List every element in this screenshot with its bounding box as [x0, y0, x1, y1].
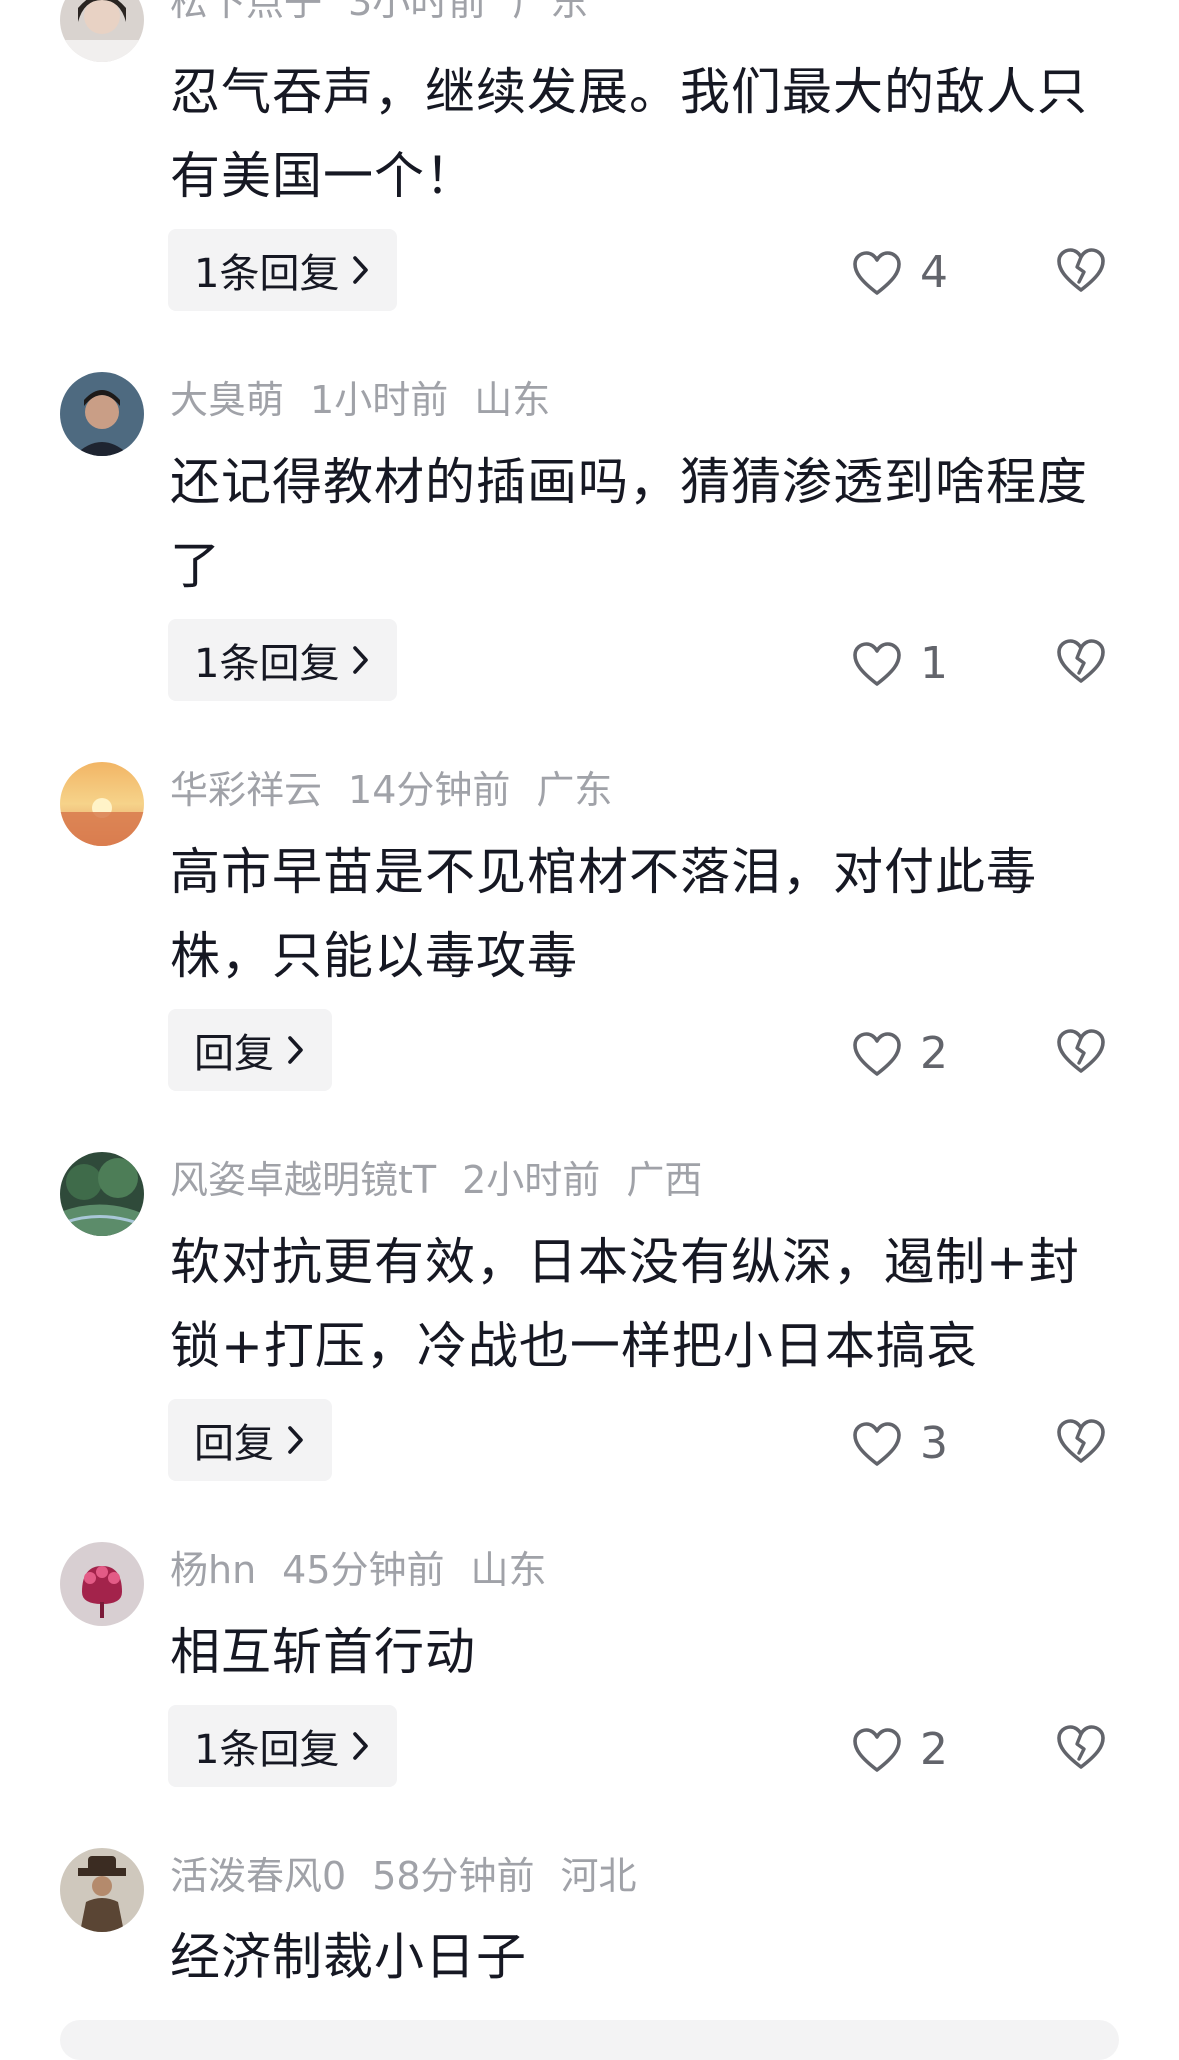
broken-heart-icon	[1057, 248, 1105, 292]
comment-location: 山东	[474, 378, 551, 422]
like-count: 4	[920, 247, 948, 298]
avatar[interactable]	[60, 1848, 144, 1932]
like-count: 2	[920, 1028, 948, 1079]
comment-location: 河北	[560, 1854, 637, 1898]
like-button[interactable]: 4	[852, 247, 948, 298]
broken-heart-icon	[1057, 639, 1105, 683]
avatar[interactable]	[60, 762, 144, 846]
comment-location: 广东	[536, 768, 613, 812]
username[interactable]: 风姿卓越明镜tT	[170, 1158, 436, 1202]
comment-text[interactable]: 相互斩首行动	[170, 1610, 1130, 1694]
like-button[interactable]: 2	[852, 1028, 948, 1079]
chevron-right-icon	[353, 1732, 369, 1760]
comment-meta: 松下点子 3小时前 广东	[170, 0, 614, 24]
comment-time: 45分钟前	[282, 1548, 445, 1592]
reply-label: 回复	[194, 1031, 274, 1077]
reply-label: 回复	[194, 1421, 274, 1467]
comment-location: 广东	[512, 0, 589, 24]
comment-time: 1小时前	[310, 378, 449, 422]
comment-time: 2小时前	[462, 1158, 601, 1202]
comment-text[interactable]: 经济制裁小日子	[170, 1915, 1130, 1999]
heart-outline-icon	[853, 1031, 901, 1076]
chevron-right-icon	[288, 1426, 303, 1454]
comment-time: 58分钟前	[372, 1854, 535, 1898]
comment-meta: 华彩祥云 14分钟前 广东	[170, 768, 638, 812]
dislike-button[interactable]	[1056, 247, 1106, 293]
dislike-button[interactable]	[1056, 638, 1106, 684]
broken-heart-icon	[1057, 1419, 1105, 1463]
heart-outline-icon	[853, 1421, 901, 1466]
comment-meta: 活泼春风0 58分钟前 河北	[170, 1854, 663, 1898]
comment-text[interactable]: 忍气吞声，继续发展。我们最大的敌人只有美国一个！	[170, 50, 1130, 218]
reply-button[interactable]: 回复	[168, 1009, 332, 1091]
broken-heart-icon	[1057, 1029, 1105, 1073]
avatar[interactable]	[60, 1542, 144, 1626]
comment-meta: 杨hn 45分钟前 山东	[170, 1548, 573, 1592]
comment-text[interactable]: 高市早苗是不见棺材不落泪，对付此毒株，只能以毒攻毒	[170, 830, 1130, 998]
username[interactable]: 松下点子	[170, 0, 322, 24]
username[interactable]: 杨hn	[170, 1548, 256, 1592]
username[interactable]: 华彩祥云	[170, 768, 322, 812]
comment-time: 14分钟前	[348, 768, 511, 812]
next-reply-preview[interactable]	[60, 2020, 1119, 2060]
comment-meta: 风姿卓越明镜tT 2小时前 广西	[170, 1158, 728, 1202]
chevron-right-icon	[288, 1036, 303, 1064]
reply-label: 1条回复	[194, 641, 340, 687]
dislike-button[interactable]	[1056, 1418, 1106, 1464]
like-button[interactable]: 3	[852, 1418, 948, 1469]
heart-outline-icon	[853, 641, 901, 686]
chevron-right-icon	[353, 646, 369, 674]
dislike-button[interactable]	[1056, 1724, 1106, 1770]
like-button[interactable]: 1	[852, 638, 948, 689]
heart-outline-icon	[853, 250, 901, 295]
reply-button[interactable]: 1条回复	[168, 619, 398, 701]
like-count: 1	[920, 638, 948, 689]
reply-label: 1条回复	[194, 251, 340, 297]
dislike-button[interactable]	[1056, 1028, 1106, 1074]
like-count: 3	[920, 1418, 948, 1469]
reply-button[interactable]: 回复	[168, 1399, 332, 1481]
comment-location: 广西	[626, 1158, 703, 1202]
chevron-right-icon	[353, 256, 369, 284]
comment-time: 3小时前	[348, 0, 487, 24]
heart-outline-icon	[853, 1727, 901, 1772]
username[interactable]: 大臭萌	[170, 378, 284, 422]
like-count: 2	[920, 1724, 948, 1775]
avatar[interactable]	[60, 0, 144, 62]
reply-button[interactable]: 1条回复	[168, 229, 398, 311]
comment-location: 山东	[470, 1548, 547, 1592]
avatar[interactable]	[60, 1152, 144, 1236]
reply-label: 1条回复	[194, 1727, 340, 1773]
broken-heart-icon	[1057, 1725, 1105, 1769]
comment-meta: 大臭萌 1小时前 山东	[170, 378, 576, 422]
comment-text[interactable]: 软对抗更有效，日本没有纵深，遏制+封锁+打压，冷战也一样把小日本搞哀	[170, 1220, 1130, 1388]
comment-text[interactable]: 还记得教材的插画吗，猜猜渗透到啥程度了	[170, 440, 1130, 608]
reply-button[interactable]: 1条回复	[168, 1705, 398, 1787]
like-button[interactable]: 2	[852, 1724, 948, 1775]
username[interactable]: 活泼春风0	[170, 1854, 346, 1898]
avatar[interactable]	[60, 372, 144, 456]
